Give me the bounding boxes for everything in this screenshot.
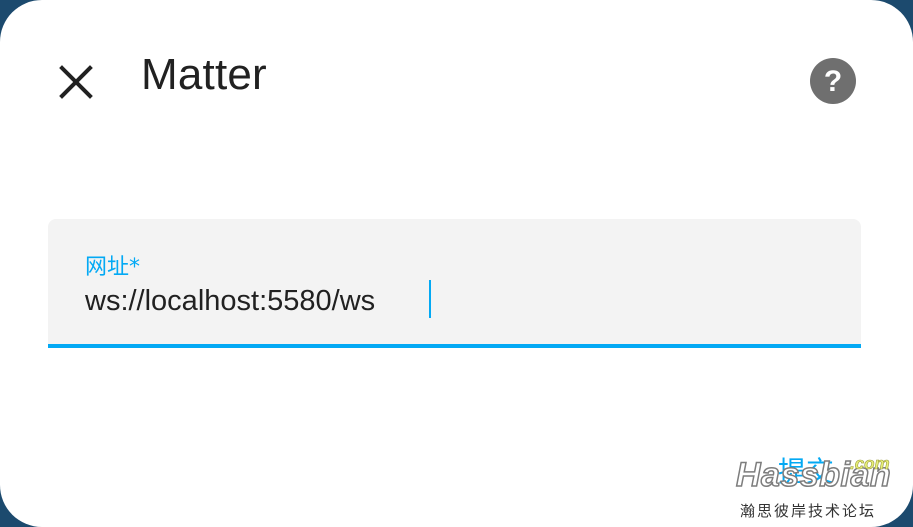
close-button[interactable] <box>48 54 104 110</box>
submit-button[interactable]: 提交 <box>770 446 842 494</box>
watermark-domain: .com <box>850 454 890 474</box>
help-circle-icon: ? <box>810 58 856 104</box>
url-field-label: 网址* <box>85 255 141 280</box>
dialog-title: Matter <box>141 50 267 99</box>
watermark-subtitle: 瀚思彼岸技术论坛 <box>740 502 877 520</box>
svg-text:?: ? <box>824 65 842 98</box>
text-caret <box>429 280 431 318</box>
close-icon <box>59 65 93 99</box>
url-input[interactable] <box>85 281 825 321</box>
url-field-underline <box>48 344 861 348</box>
matter-dialog: Matter ? 网址* 提交 Hassbian .com 瀚思彼岸技术论坛 <box>0 0 913 527</box>
url-field[interactable]: 网址* <box>48 219 861 348</box>
help-button[interactable]: ? <box>808 56 858 106</box>
